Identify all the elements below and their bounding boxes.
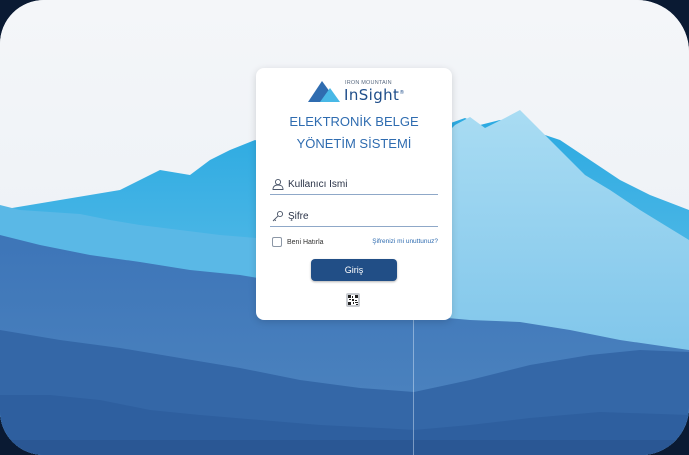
username-field bbox=[270, 175, 438, 195]
login-button[interactable]: Giriş bbox=[311, 259, 397, 281]
logo-product: InSight® bbox=[344, 86, 405, 104]
key-icon bbox=[272, 210, 284, 222]
remember-me[interactable]: Beni Hatırla bbox=[272, 236, 324, 248]
remember-checkbox[interactable] bbox=[272, 237, 282, 247]
username-input[interactable] bbox=[288, 175, 436, 194]
mountain-logo-icon bbox=[308, 81, 340, 102]
password-field bbox=[270, 207, 438, 227]
background-seam bbox=[413, 320, 414, 455]
user-icon bbox=[272, 178, 284, 190]
brand-logo: IRON MOUNTAIN InSight® bbox=[308, 76, 408, 104]
page-title-line1: ELEKTRONİK BELGE bbox=[289, 114, 419, 129]
page-title-line2: YÖNETİM SİSTEMİ bbox=[296, 136, 412, 151]
remember-label[interactable]: Beni Hatırla bbox=[287, 239, 324, 246]
qr-code-icon bbox=[348, 295, 358, 305]
login-card: IRON MOUNTAIN InSight® ELEKTRONİK BELGE … bbox=[256, 68, 452, 320]
password-input[interactable] bbox=[288, 207, 436, 226]
forgot-password-link[interactable]: Şifrenizi mi unuttunuz? bbox=[372, 238, 438, 245]
login-screen: IRON MOUNTAIN InSight® ELEKTRONİK BELGE … bbox=[0, 0, 689, 455]
qr-code-button[interactable] bbox=[346, 293, 360, 307]
